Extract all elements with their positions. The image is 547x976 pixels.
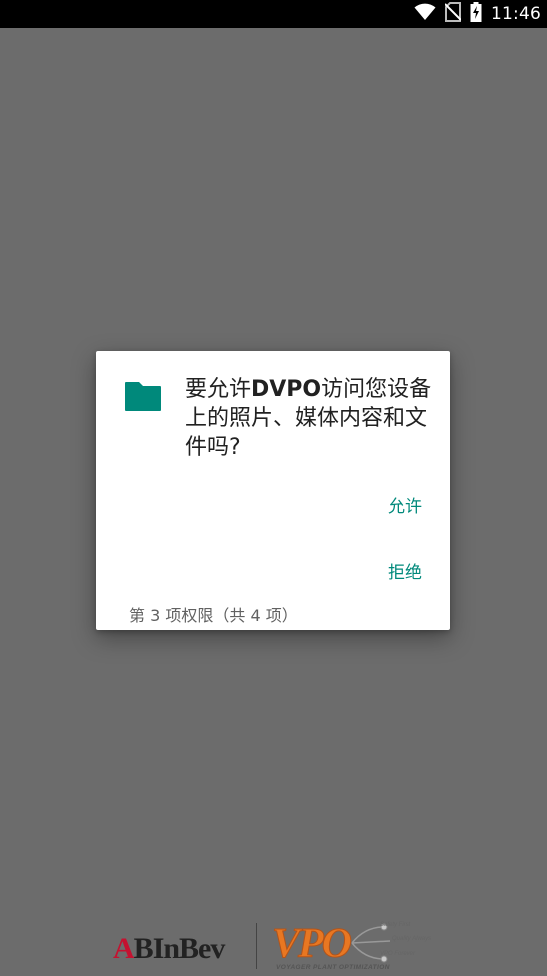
tagline-vpo: VPO Forever	[380, 951, 416, 957]
allow-button[interactable]: 允许	[302, 492, 422, 517]
wifi-icon	[414, 3, 436, 25]
status-icons: 11:46	[414, 0, 541, 28]
tagline-safety: Safety First	[380, 922, 411, 928]
vpo-logo: VPO	[272, 921, 353, 968]
no-sim-icon	[444, 2, 462, 26]
deny-button[interactable]: 拒绝	[302, 558, 422, 583]
permission-dialog: 要允许DVPO访问您设备上的照片、媒体内容和文件吗? 允许 拒绝 第 3 项权限…	[96, 351, 450, 630]
permission-counter: 第 3 项权限（共 4 项）	[129, 606, 298, 625]
abinbev-logo: ABInBev	[113, 932, 225, 965]
tagline-quality: Quality Always	[392, 936, 432, 942]
vpo-subtitle: VOYAGER PLANT OPTIMIZATION	[276, 964, 390, 971]
app-name: DVPO	[251, 377, 322, 402]
folder-icon	[124, 380, 162, 412]
footer-logos: ABInBev VPO VOYAGER PLANT OPTIMIZATION S…	[0, 915, 547, 976]
vpo-swoosh-icon	[351, 923, 390, 963]
permission-message: 要允许DVPO访问您设备上的照片、媒体内容和文件吗?	[185, 375, 437, 462]
message-prefix: 要允许	[185, 377, 252, 402]
status-time: 11:46	[491, 4, 541, 24]
battery-charging-icon	[470, 2, 482, 26]
status-bar: 11:46	[0, 0, 547, 28]
logo-divider	[256, 923, 257, 969]
